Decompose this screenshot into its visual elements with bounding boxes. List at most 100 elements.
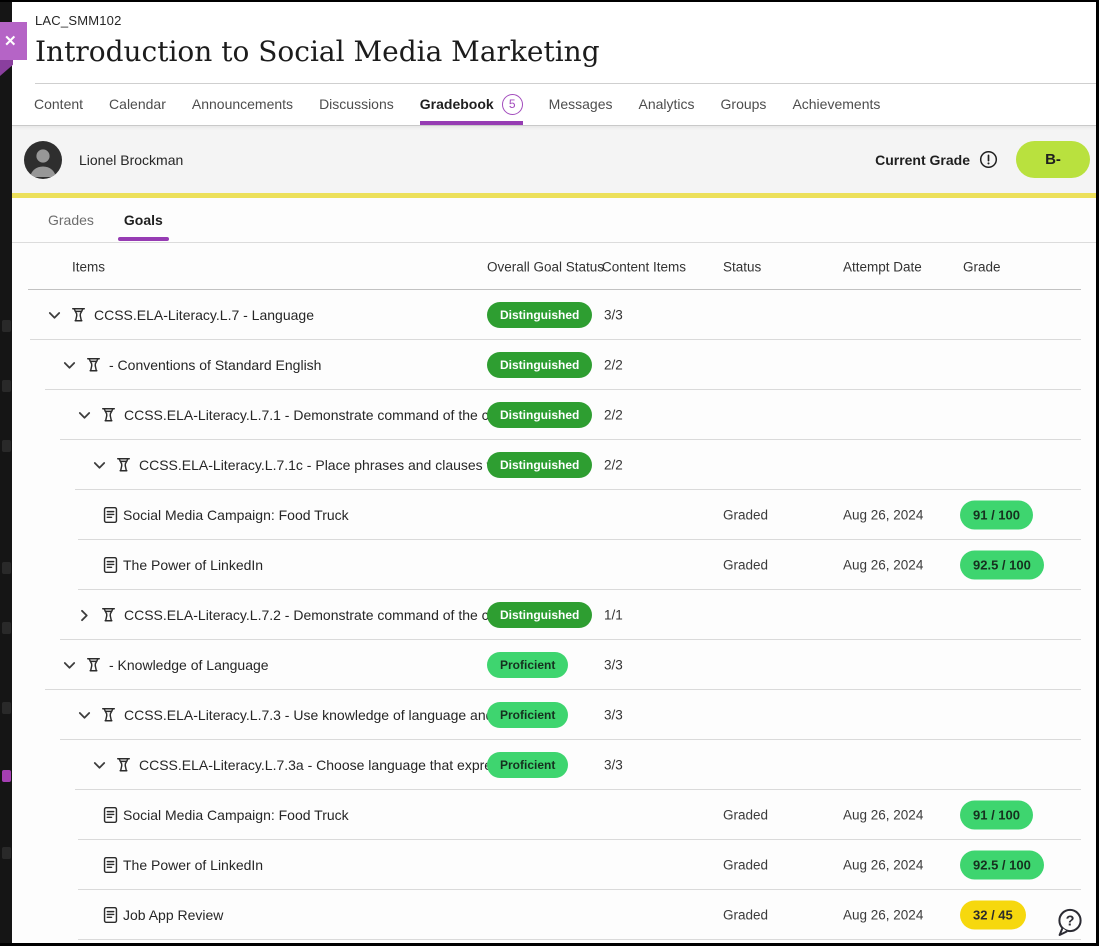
course-code: LAC_SMM102: [35, 13, 1096, 28]
current-grade-pill[interactable]: B-: [1016, 141, 1090, 178]
expand-chevron-icon[interactable]: [74, 405, 94, 425]
subtab-goals[interactable]: Goals: [124, 198, 163, 242]
column-header-items: Items: [72, 259, 105, 274]
content-items-count: 2/2: [604, 458, 623, 473]
sidebar-icon: [2, 847, 11, 859]
nav-tab-announcements[interactable]: Announcements: [192, 84, 293, 125]
content-item-row: Social Media Campaign: Food Truck Graded…: [12, 790, 1096, 840]
sidebar-icon: [2, 380, 11, 392]
goal-row: CCSS.ELA-Literacy.L.7.1 - Demonstrate co…: [12, 390, 1096, 440]
sidebar-icon: [2, 622, 11, 634]
column-header-content-items: Content Items: [602, 259, 686, 274]
goal-name[interactable]: CCSS.ELA-Literacy.L.7.3 - Use knowledge …: [124, 707, 505, 723]
content-items-count: 2/2: [604, 358, 623, 373]
content-item-row: The Power of LinkedIn Graded Aug 26, 202…: [12, 840, 1096, 890]
nav-tab-discussions[interactable]: Discussions: [319, 84, 394, 125]
goal-row: CCSS.ELA-Literacy.L.7 - Language Disting…: [12, 290, 1096, 340]
nav-tab-calendar[interactable]: Calendar: [109, 84, 166, 125]
content-items-count: 3/3: [604, 658, 623, 673]
help-button[interactable]: ?: [1055, 907, 1085, 939]
item-status: Graded: [723, 808, 768, 823]
course-header: LAC_SMM102 Introduction to Social Media …: [12, 2, 1096, 84]
expand-chevron-icon[interactable]: [59, 355, 79, 375]
goal-name[interactable]: - Conventions of Standard English: [109, 357, 321, 373]
grade-pill[interactable]: 32 / 45: [960, 901, 1026, 930]
column-header-attempt-date: Attempt Date: [843, 259, 922, 274]
goal-row: CCSS.ELA-Literacy.L.7.2 - Demonstrate co…: [12, 590, 1096, 640]
content-item-row: The Power of LinkedIn Graded Aug 26, 202…: [12, 540, 1096, 590]
expand-chevron-icon[interactable]: [89, 755, 109, 775]
content-item-name[interactable]: Social Media Campaign: Food Truck: [123, 807, 349, 823]
content-item-name[interactable]: The Power of LinkedIn: [123, 557, 263, 573]
grade-pill[interactable]: 91 / 100: [960, 501, 1033, 530]
gradebook-count-badge: 5: [502, 94, 523, 115]
goal-status-badge: Distinguished: [487, 602, 592, 628]
page-title: Introduction to Social Media Marketing: [35, 35, 1096, 68]
document-icon: [103, 507, 118, 524]
gradebook-subtabs: Grades Goals: [12, 198, 1096, 243]
content-items-count: 1/1: [604, 608, 623, 623]
goal-trophy-icon: [115, 457, 132, 474]
goal-row: CCSS.ELA-Literacy.L.7.3a - Choose langua…: [12, 740, 1096, 790]
content-item-row: Job App Review Graded Aug 26, 2024 32 / …: [12, 890, 1096, 940]
nav-tab-content[interactable]: Content: [34, 84, 83, 125]
goal-trophy-icon: [100, 407, 117, 424]
close-course-button[interactable]: ✕: [0, 22, 27, 60]
content-items-count: 3/3: [604, 758, 623, 773]
goal-name[interactable]: CCSS.ELA-Literacy.L.7.3a - Choose langua…: [139, 757, 518, 773]
grade-pill[interactable]: 92.5 / 100: [960, 851, 1044, 880]
expand-chevron-icon[interactable]: [74, 705, 94, 725]
nav-tab-messages[interactable]: Messages: [549, 84, 613, 125]
nav-tab-gradebook[interactable]: Gradebook 5: [420, 84, 523, 125]
item-status: Graded: [723, 508, 768, 523]
content-item-name[interactable]: The Power of LinkedIn: [123, 857, 263, 873]
content-item-row: Social Media Campaign: Food Truck Graded…: [12, 490, 1096, 540]
goal-name[interactable]: CCSS.ELA-Literacy.L.7.1 - Demonstrate co…: [124, 407, 500, 423]
close-icon: ✕: [4, 32, 17, 50]
expand-chevron-icon[interactable]: [74, 605, 94, 625]
student-name: Lionel Brockman: [79, 152, 183, 168]
goal-name[interactable]: CCSS.ELA-Literacy.L.7.1c - Place phrases…: [139, 457, 523, 473]
goal-status-badge: Proficient: [487, 702, 568, 728]
goal-status-badge: Distinguished: [487, 402, 592, 428]
document-icon: [103, 557, 118, 574]
goal-name[interactable]: CCSS.ELA-Literacy.L.7 - Language: [94, 307, 314, 323]
current-grade-label: Current Grade: [875, 152, 970, 168]
grade-pill[interactable]: 92.5 / 100: [960, 551, 1044, 580]
attempt-date: Aug 26, 2024: [843, 808, 923, 823]
nav-tab-analytics[interactable]: Analytics: [638, 84, 694, 125]
goal-trophy-icon: [70, 307, 87, 324]
content-items-count: 3/3: [604, 708, 623, 723]
goal-trophy-icon: [85, 357, 102, 374]
goals-table: Items Overall Goal Status Content Items …: [12, 243, 1096, 940]
nav-tab-achievements[interactable]: Achievements: [792, 84, 880, 125]
goal-row: CCSS.ELA-Literacy.L.7.3 - Use knowledge …: [12, 690, 1096, 740]
info-icon[interactable]: [979, 150, 998, 169]
course-nav: Content Calendar Announcements Discussio…: [12, 84, 1096, 126]
content-item-name[interactable]: Job App Review: [123, 907, 223, 923]
avatar: [24, 141, 62, 179]
goal-status-badge: Proficient: [487, 752, 568, 778]
item-status: Graded: [723, 558, 768, 573]
sidebar-icon: [2, 440, 11, 452]
content-items-count: 2/2: [604, 408, 623, 423]
document-icon: [103, 857, 118, 874]
expand-chevron-icon[interactable]: [59, 655, 79, 675]
expand-chevron-icon[interactable]: [89, 455, 109, 475]
nav-tab-groups[interactable]: Groups: [721, 84, 767, 125]
content-item-name[interactable]: Social Media Campaign: Food Truck: [123, 507, 349, 523]
grade-pill[interactable]: 91 / 100: [960, 801, 1033, 830]
svg-text:?: ?: [1066, 914, 1075, 930]
sidebar-icon: [2, 702, 11, 714]
goal-row: - Conventions of Standard English Distin…: [12, 340, 1096, 390]
goal-name[interactable]: - Knowledge of Language: [109, 657, 269, 673]
expand-chevron-icon[interactable]: [44, 305, 64, 325]
subtab-grades[interactable]: Grades: [48, 198, 94, 242]
goal-name[interactable]: CCSS.ELA-Literacy.L.7.2 - Demonstrate co…: [124, 607, 500, 623]
goal-row: - Knowledge of Language Proficient 3/3: [12, 640, 1096, 690]
attempt-date: Aug 26, 2024: [843, 908, 923, 923]
document-icon: [103, 807, 118, 824]
sidebar-icon: [2, 562, 11, 574]
goal-status-badge: Proficient: [487, 652, 568, 678]
goal-trophy-icon: [85, 657, 102, 674]
